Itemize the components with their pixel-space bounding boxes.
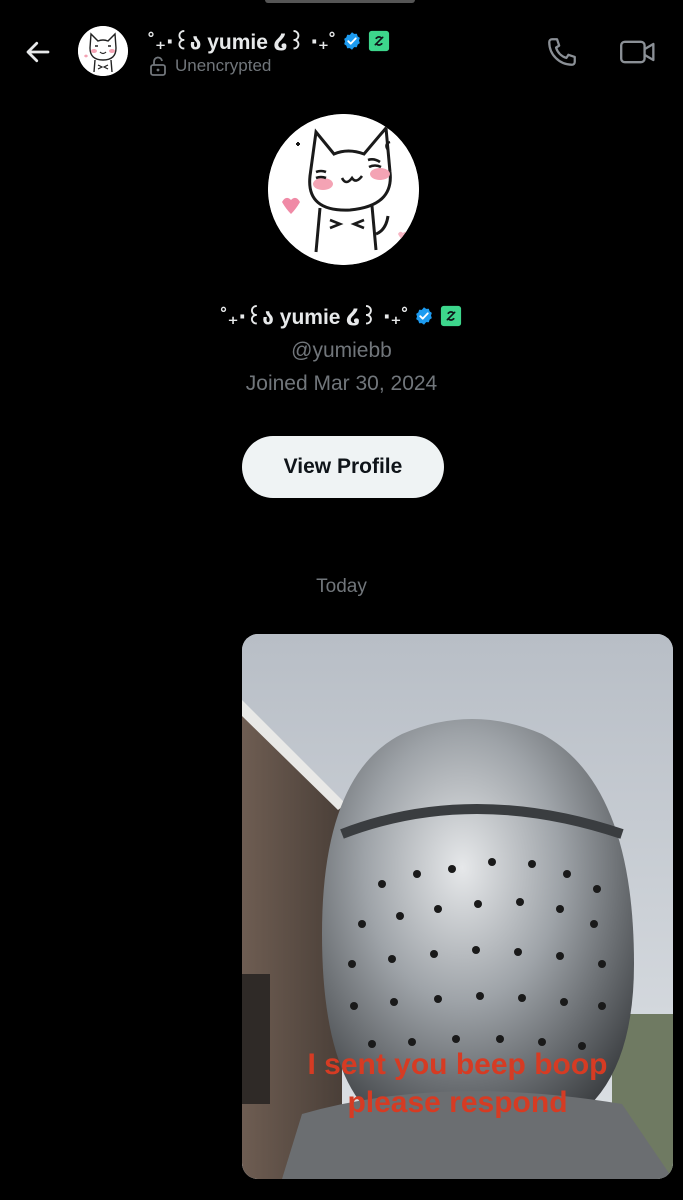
cat-avatar: [268, 114, 419, 265]
profile-display-name: ˚₊‧꒰ა yumie ໒꒱ ‧₊˚: [220, 306, 409, 329]
verified-badge-icon: [344, 32, 360, 50]
voice-call-button[interactable]: [545, 35, 579, 69]
arrow-left-icon: [26, 41, 50, 63]
view-profile-button[interactable]: View Profile: [242, 436, 444, 498]
meme-caption-line-2: please respond: [347, 1086, 568, 1119]
message-image[interactable]: I sent you beep boop please respond: [242, 634, 673, 1179]
profile-handle: @yumiebb: [291, 339, 392, 362]
green-affiliate-badge-icon: [368, 30, 390, 52]
profile-joined-date: Joined Mar 30, 2024: [245, 372, 438, 395]
date-separator: Today: [316, 576, 367, 597]
encryption-label: Unencrypted: [175, 56, 272, 75]
contact-name: ˚₊‧꒰ა yumie ໒꒱ ‧₊˚: [148, 31, 336, 54]
profile-avatar[interactable]: [268, 114, 419, 265]
cat-avatar-small: [78, 26, 128, 76]
back-button[interactable]: [20, 34, 56, 70]
green-affiliate-badge-icon: [441, 305, 462, 327]
profile-name-row: ˚₊‧꒰ა yumie ໒꒱ ‧₊˚: [0, 302, 683, 330]
video-call-button[interactable]: [619, 35, 657, 69]
phone-icon: [548, 38, 576, 66]
encryption-status: Unencrypted: [149, 56, 271, 76]
header-name-row[interactable]: ˚₊‧꒰ა yumie ໒꒱ ‧₊˚: [148, 27, 390, 55]
meme-caption-line-1: I sent you beep boop: [307, 1048, 608, 1081]
video-camera-icon: [620, 40, 655, 64]
unlocked-padlock-icon: [150, 56, 166, 76]
conversation-header: ˚₊‧꒰ა yumie ໒꒱ ‧₊˚ Unencrypted: [0, 0, 683, 100]
verified-badge-icon: [416, 307, 433, 325]
header-avatar[interactable]: [78, 26, 128, 76]
